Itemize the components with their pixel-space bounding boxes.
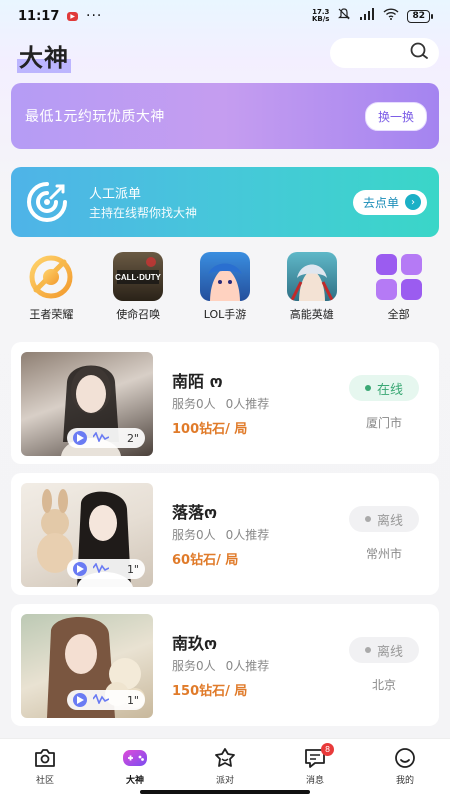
all-grid-icon: [374, 252, 424, 301]
voice-duration: 1": [126, 562, 139, 576]
refresh-button[interactable]: 换一换: [364, 101, 427, 131]
network-speed: 17.3 KB/s: [311, 8, 330, 23]
play-icon: [73, 431, 87, 445]
smiley-icon: [392, 747, 418, 769]
high-energy-heroes-icon: [286, 252, 337, 301]
status-bar: 11:17 ▶ ··· 17.3 KB/s 82: [0, 0, 450, 32]
status-badge: 在线: [349, 375, 419, 401]
wifi-icon: [383, 8, 399, 24]
voice-intro-button[interactable]: 1": [67, 690, 145, 710]
honor-of-kings-icon: [26, 252, 76, 301]
player-city: 厦门市: [365, 416, 402, 430]
svg-text:CALL·DUTY: CALL·DUTY: [115, 273, 161, 282]
chevron-right-icon: ›: [405, 194, 421, 210]
player-price: 150钻石/ 局: [172, 684, 248, 699]
target-icon: [23, 178, 71, 226]
waveform-icon: [92, 692, 110, 707]
battery-icon: 82: [407, 9, 433, 23]
more-dots-icon: ···: [86, 8, 103, 24]
player-stats: 服务0人 0人推荐: [172, 397, 270, 411]
player-stats: 服务0人 0人推荐: [172, 528, 270, 542]
player-photo[interactable]: 1": [21, 483, 153, 587]
promo-banner[interactable]: 最低1元约玩优质大神 换一换: [11, 83, 439, 149]
voice-duration: 1": [126, 693, 139, 707]
app-notification-icon: ▶: [67, 11, 79, 21]
voice-duration: 2": [126, 431, 139, 445]
party-face-icon: [212, 747, 238, 769]
place-order-button[interactable]: 去点单 ›: [352, 189, 427, 215]
call-of-duty-icon: CALL·DUTY: [113, 252, 164, 301]
player-price: 100钻石/ 局: [172, 422, 248, 437]
dispatch-subtitle: 主持在线帮你找大神: [89, 206, 198, 220]
player-photo[interactable]: 2": [21, 352, 153, 456]
voice-intro-button[interactable]: 1": [67, 559, 145, 579]
player-name: 南陌 ო: [172, 372, 223, 391]
player-stats: 服务0人 0人推荐: [172, 659, 270, 673]
category-honor-of-kings[interactable]: 王者荣耀: [11, 252, 91, 322]
category-lol-mobile[interactable]: LOL手游: [185, 252, 265, 322]
status-badge: 离线: [349, 506, 419, 532]
lol-mobile-icon: [199, 252, 250, 301]
player-city: 北京: [371, 678, 396, 692]
hd-signal-icon: [359, 7, 375, 25]
player-name: 落落ო: [172, 503, 218, 522]
home-indicator[interactable]: [140, 790, 310, 794]
play-icon: [73, 562, 87, 576]
dispatch-title: 人工派单: [89, 187, 142, 202]
search-icon[interactable]: [409, 41, 429, 65]
camera-house-icon: [32, 747, 58, 769]
message-count-badge: 8: [321, 743, 334, 756]
clock: 11:17: [18, 8, 60, 24]
player-name: 南玖ო: [172, 634, 218, 653]
page-title: 大神: [17, 38, 71, 73]
category-row: 王者荣耀 CALL·DUTY 使命召唤 LOL手游 高能英雄 全部: [0, 252, 450, 322]
header: 大神: [0, 32, 450, 76]
promo-text: 最低1元约玩优质大神: [25, 109, 165, 125]
gamepad-icon: [122, 747, 148, 769]
player-card[interactable]: 2" 南陌 ო 服务0人 0人推荐 100钻石/ 局 在线 厦门市: [11, 342, 439, 464]
player-photo[interactable]: 1": [21, 614, 153, 718]
player-card[interactable]: 1" 落落ო 服务0人 0人推荐 60钻石/ 局 离线 常州市: [11, 473, 439, 595]
search-input[interactable]: [330, 38, 439, 68]
mute-icon: [337, 7, 351, 25]
player-card[interactable]: 1" 南玖ო 服务0人 0人推荐 150钻石/ 局 离线 北京: [11, 604, 439, 726]
waveform-icon: [92, 430, 110, 445]
category-high-energy-heroes[interactable]: 高能英雄: [272, 252, 352, 322]
category-call-of-duty[interactable]: CALL·DUTY 使命召唤: [98, 252, 178, 322]
nav-community[interactable]: 社区: [10, 747, 80, 800]
player-price: 60钻石/ 局: [172, 553, 239, 568]
category-all[interactable]: 全部: [359, 252, 439, 322]
play-icon: [73, 693, 87, 707]
nav-profile[interactable]: 我的: [370, 747, 440, 800]
dispatch-banner[interactable]: 人工派单 主持在线帮你找大神 去点单 ›: [11, 167, 439, 237]
waveform-icon: [92, 561, 110, 576]
voice-intro-button[interactable]: 2": [67, 428, 145, 448]
player-city: 常州市: [365, 547, 402, 561]
status-badge: 离线: [349, 637, 419, 663]
